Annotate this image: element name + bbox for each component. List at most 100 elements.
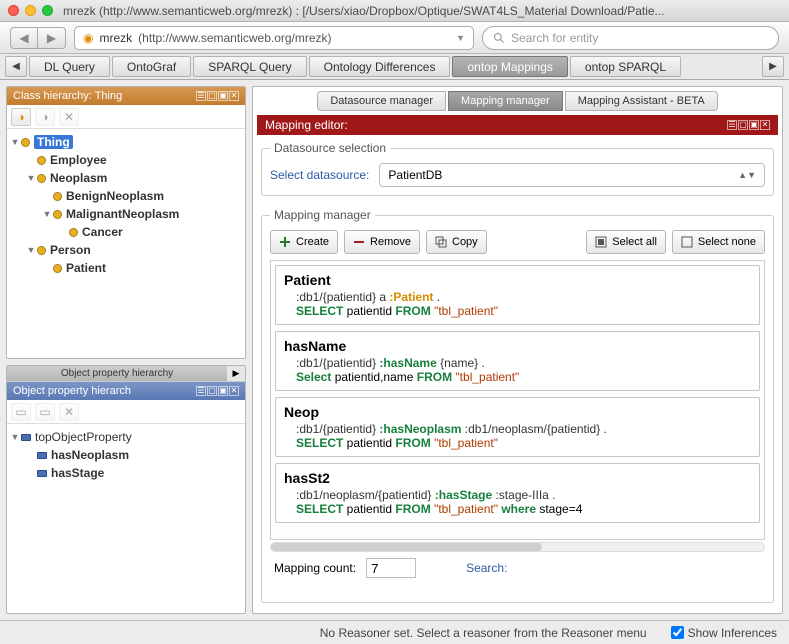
select-arrows-icon: ▲▼: [738, 170, 756, 180]
mapping-editor-title: Mapping editor:: [265, 118, 348, 132]
mapping-triple: :db1/neoplasm/{patientid} :hasStage :sta…: [296, 488, 751, 502]
add-subproperty-button: ▭: [11, 403, 31, 421]
delete-property-button: ✕: [59, 403, 79, 421]
class-hierarchy-toolbar: ◑ ◑ ✕: [7, 105, 245, 129]
mapping-buttons: Create Remove Copy Select all Selec: [270, 230, 765, 254]
tab-scroll-left-button[interactable]: ◀: [5, 56, 27, 77]
show-inferences-label: Show Inferences: [688, 626, 777, 640]
mapping-triple: :db1/{patientid} a :Patient .: [296, 290, 751, 304]
panel-window-controls[interactable]: ☰▢▣✕: [196, 386, 239, 396]
nav-buttons: ◀ ▶: [10, 27, 66, 49]
nav-back-button[interactable]: ◀: [10, 27, 38, 49]
tree-item-neoplasm[interactable]: ▼Neoplasm: [9, 169, 243, 187]
mapping-count-input[interactable]: [366, 558, 416, 578]
mapping-sql: SELECT patientid FROM "tbl_patient" wher…: [296, 502, 751, 516]
datasource-legend: Datasource selection: [270, 141, 390, 155]
close-window-icon[interactable]: [8, 5, 19, 16]
class-tree[interactable]: ▼Thing Employee ▼Neoplasm BenignNeoplasm…: [7, 129, 245, 358]
select-none-icon: [681, 236, 693, 248]
tab-scroll-right-button[interactable]: ▶: [762, 56, 784, 77]
object-property-title: Object property hierarch: [13, 385, 131, 397]
horizontal-scrollbar[interactable]: [270, 542, 765, 552]
traffic-lights: [8, 5, 53, 16]
datasource-select[interactable]: PatientDB ▲▼: [379, 163, 765, 187]
create-mapping-button[interactable]: Create: [270, 230, 338, 254]
object-property-tab-more[interactable]: ▶: [227, 368, 245, 379]
delete-class-button: ✕: [59, 108, 79, 126]
panel-window-controls[interactable]: ☰▢▣✕: [727, 120, 770, 130]
panel-window-controls[interactable]: ☰▢▣✕: [196, 91, 239, 101]
object-property-panel: Object property hierarchy ▶ Object prope…: [6, 365, 246, 614]
mapping-card[interactable]: hasSt2 :db1/neoplasm/{patientid} :hasStag…: [275, 463, 760, 523]
tree-item-topobjectproperty[interactable]: ▼topObjectProperty: [9, 428, 243, 446]
mapping-search-label: Search:: [466, 561, 507, 575]
search-icon: [493, 32, 505, 44]
main-tabs: ◀ DL QueryOntoGrafSPARQL QueryOntology D…: [0, 54, 789, 80]
add-sibling-button: ◑: [35, 108, 55, 126]
object-property-header: Object property hierarch ☰▢▣✕: [7, 382, 245, 400]
dropdown-icon[interactable]: ▼: [456, 33, 465, 43]
search-entity-input[interactable]: Search for entity: [482, 26, 779, 50]
tree-item-patient[interactable]: Patient: [9, 259, 243, 277]
tab-sparql-query[interactable]: SPARQL Query: [193, 56, 306, 77]
datasource-selection-fieldset: Datasource selection Select datasource: …: [261, 141, 774, 196]
tab-ontology-differences[interactable]: Ontology Differences: [309, 56, 451, 77]
copy-mapping-button[interactable]: Copy: [426, 230, 487, 254]
mapping-panel: Datasource manager Mapping manager Mappi…: [252, 86, 783, 614]
nav-forward-button[interactable]: ▶: [38, 27, 66, 49]
tree-item-malignantneoplasm[interactable]: ▼MalignantNeoplasm: [9, 205, 243, 223]
window-titlebar: mrezk (http://www.semanticweb.org/mrezk)…: [0, 0, 789, 22]
search-placeholder: Search for entity: [511, 31, 598, 45]
object-property-tab[interactable]: Object property hierarchy: [7, 366, 227, 381]
object-property-tree[interactable]: ▼topObjectProperty hasNeoplasm hasStage: [7, 424, 245, 613]
show-inferences-checkbox[interactable]: Show Inferences: [671, 626, 777, 640]
tree-item-thing[interactable]: ▼Thing: [9, 133, 243, 151]
plus-icon: [279, 236, 291, 248]
datasource-label: Select datasource:: [270, 168, 369, 182]
tree-item-hasstage[interactable]: hasStage: [9, 464, 243, 482]
object-property-tabrow: Object property hierarchy ▶: [7, 366, 245, 382]
minimize-window-icon[interactable]: [25, 5, 36, 16]
reasoner-status-message: No Reasoner set. Select a reasoner from …: [12, 626, 657, 640]
main-toolbar: ◀ ▶ ◉ mrezk (http://www.semanticweb.org/…: [0, 22, 789, 54]
window-title: mrezk (http://www.semanticweb.org/mrezk)…: [63, 4, 781, 18]
mapping-triple: :db1/{patientid} :hasNeoplasm :db1/neopl…: [296, 422, 751, 436]
remove-mapping-button[interactable]: Remove: [344, 230, 420, 254]
add-subclass-button[interactable]: ◑: [11, 108, 31, 126]
mapping-triple: :db1/{patientid} :hasName {name} .: [296, 356, 751, 370]
tree-item-hasneoplasm[interactable]: hasNeoplasm: [9, 446, 243, 464]
status-bar: No Reasoner set. Select a reasoner from …: [0, 620, 789, 644]
tree-item-person[interactable]: ▼Person: [9, 241, 243, 259]
mapping-title: hasName: [284, 338, 751, 354]
mapping-title: Neop: [284, 404, 751, 420]
datasource-value: PatientDB: [388, 168, 442, 182]
mapping-editor-header: Mapping editor: ☰▢▣✕: [257, 115, 778, 135]
mapping-list[interactable]: Patient:db1/{patientid} a :Patient .SELE…: [270, 260, 765, 540]
tab-ontop-sparql[interactable]: ontop SPARQL: [570, 56, 681, 77]
zoom-window-icon[interactable]: [42, 5, 53, 16]
tab-dl-query[interactable]: DL Query: [29, 56, 110, 77]
class-hierarchy-header: Class hierarchy: Thing ☰▢▣✕: [7, 87, 245, 105]
tab-mapping-assistant[interactable]: Mapping Assistant - BETA: [565, 91, 718, 111]
mapping-card[interactable]: hasName :db1/{patientid} :hasName {name} …: [275, 331, 760, 391]
globe-icon: ◉: [83, 31, 93, 45]
mapping-title: Patient: [284, 272, 751, 288]
show-inferences-input[interactable]: [671, 626, 684, 639]
mapping-sql: SELECT patientid FROM "tbl_patient": [296, 304, 751, 318]
mapping-title: hasSt2: [284, 470, 751, 486]
mapping-card[interactable]: Patient :db1/{patientid} a :Patient .SELE…: [275, 265, 760, 325]
tab-ontograf[interactable]: OntoGraf: [112, 56, 191, 77]
entity-iri-bar[interactable]: ◉ mrezk (http://www.semanticweb.org/mrez…: [74, 26, 474, 50]
tab-ontop-mappings[interactable]: ontop Mappings: [452, 56, 567, 77]
select-all-button[interactable]: Select all: [586, 230, 666, 254]
tree-item-employee[interactable]: Employee: [9, 151, 243, 169]
tree-item-benignneoplasm[interactable]: BenignNeoplasm: [9, 187, 243, 205]
tab-mapping-manager[interactable]: Mapping manager: [448, 91, 563, 111]
tree-item-cancer[interactable]: Cancer: [9, 223, 243, 241]
class-hierarchy-title: Class hierarchy: Thing: [13, 90, 122, 102]
scrollbar-thumb[interactable]: [271, 543, 542, 551]
mapping-card[interactable]: Neop :db1/{patientid} :hasNeoplasm :db1/n…: [275, 397, 760, 457]
tab-datasource-manager[interactable]: Datasource manager: [317, 91, 446, 111]
select-none-button[interactable]: Select none: [672, 230, 765, 254]
mapping-sql: SELECT patientid FROM "tbl_patient": [296, 436, 751, 450]
